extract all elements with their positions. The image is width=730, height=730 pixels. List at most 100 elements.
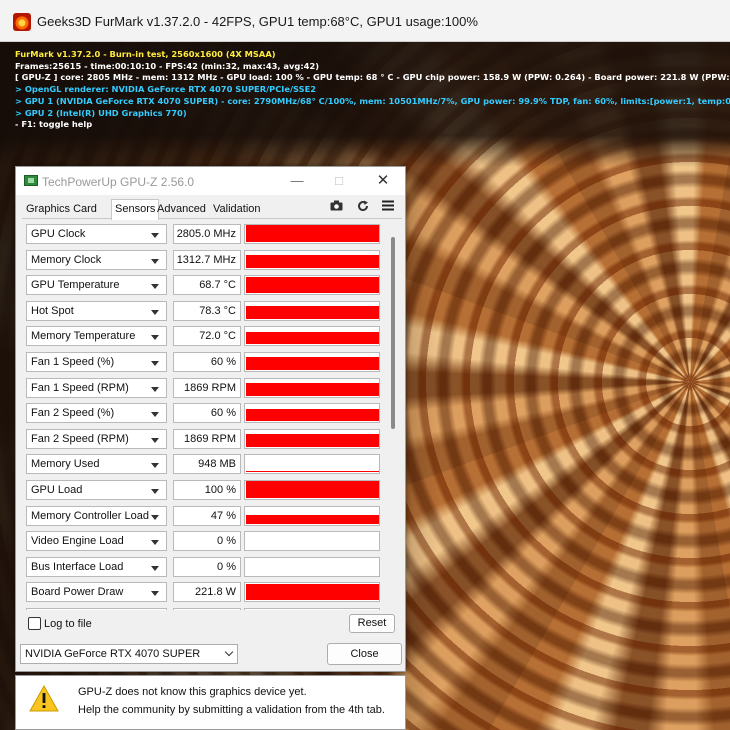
sensor-value: 1869 RPM xyxy=(173,377,241,398)
osd-line: > OpenGL renderer: NVIDIA GeForce RTX 40… xyxy=(15,84,317,95)
sensor-name-dropdown[interactable]: Fan 1 Speed (RPM) xyxy=(26,377,167,398)
sensor-row: Board Power Draw 221.8 W xyxy=(26,582,381,603)
osd-line: > GPU 2 (Intel(R) UHD Graphics 770) xyxy=(15,107,187,118)
sensor-graph xyxy=(244,326,380,347)
sensor-row: Memory Controller Load 47 % xyxy=(26,505,381,527)
device-select[interactable]: NVIDIA GeForce RTX 4070 SUPER xyxy=(20,644,238,664)
sensor-graph-bar xyxy=(246,225,379,242)
sensor-name-dropdown[interactable]: Memory Used xyxy=(26,454,167,475)
maximize-button[interactable]: □ xyxy=(326,172,352,190)
dropdown-arrow-icon xyxy=(151,591,159,597)
sensor-graph-bar xyxy=(246,583,379,601)
sensor-name-dropdown[interactable]: GPU Load xyxy=(26,480,167,500)
sensor-graph xyxy=(244,300,380,321)
sensor-graph xyxy=(244,556,380,577)
sensor-row: Hot Spot 78.3 °C xyxy=(26,300,381,322)
sensor-name-dropdown[interactable]: Fan 1 Speed (%) xyxy=(26,352,167,372)
sensor-name-dropdown[interactable]: GPU Clock xyxy=(26,224,167,244)
sensor-name: Bus Interface Load xyxy=(31,560,124,573)
osd-line: Frames:25615 - time:00:10:10 - FPS:42 (m… xyxy=(15,60,320,71)
tab-validation[interactable]: Validation xyxy=(213,203,261,215)
gpuz-window-title: TechPowerUp GPU-Z 2.56.0 xyxy=(42,175,195,189)
sensor-name: Memory Controller Load xyxy=(31,509,149,522)
warning-icon xyxy=(29,684,59,712)
log-to-file-checkbox[interactable] xyxy=(28,617,41,630)
sensor-name: GPU Temperature xyxy=(31,279,120,292)
sensor-graph xyxy=(244,428,380,449)
dropdown-arrow-icon xyxy=(151,361,159,366)
sensor-graph-bar xyxy=(246,515,379,524)
sensor-row: Video Engine Load 0 % xyxy=(26,531,381,552)
gpuz-app-icon xyxy=(24,175,38,186)
sensor-row: Fan 2 Speed (RPM) 1869 RPM xyxy=(26,428,381,450)
gpuz-tab-bar: Graphics Card Sensors Advanced Validatio… xyxy=(22,199,402,220)
dropdown-arrow-icon xyxy=(151,437,159,443)
sensor-name-dropdown[interactable]: Hot Spot xyxy=(26,300,167,321)
osd-line: - F1: toggle help xyxy=(15,119,93,130)
tab-graphics-card[interactable]: Graphics Card xyxy=(26,203,97,215)
dropdown-arrow-icon xyxy=(151,258,159,264)
sensor-value: 0 % xyxy=(173,531,241,552)
sensor-name: Memory Temperature xyxy=(31,330,136,343)
sensor-name-dropdown[interactable]: Fan 2 Speed (RPM) xyxy=(26,428,167,449)
sensor-name: Fan 2 Speed (RPM) xyxy=(31,432,129,445)
sensor-graph-bar xyxy=(246,481,379,498)
sensor-value: 948 MB xyxy=(173,454,241,475)
sensor-name-dropdown[interactable]: Memory Clock xyxy=(26,249,167,270)
dropdown-arrow-icon xyxy=(151,565,159,571)
sensor-row: Fan 1 Speed (RPM) 1869 RPM xyxy=(26,377,381,399)
gpuz-titlebar[interactable]: TechPowerUp GPU-Z 2.56.0 — □ ✕ xyxy=(16,167,405,195)
close-window-button[interactable]: ✕ xyxy=(370,172,396,190)
minimize-button[interactable]: — xyxy=(284,172,310,190)
sensor-name: Fan 1 Speed (%) xyxy=(31,356,115,368)
sensor-name-dropdown[interactable]: Memory Controller Load xyxy=(26,505,167,526)
sensor-row: Memory Used 948 MB xyxy=(26,454,381,475)
sensor-value: 221.8 W xyxy=(173,582,241,603)
log-to-file-label[interactable]: Log to file xyxy=(44,618,92,630)
sensor-name-dropdown[interactable]: Memory Temperature xyxy=(26,326,167,347)
sensor-graph xyxy=(244,352,380,372)
refresh-icon[interactable] xyxy=(357,200,369,215)
sensor-value: 68.7 °C xyxy=(173,275,241,296)
dropdown-arrow-icon xyxy=(151,335,159,341)
sensor-name-dropdown[interactable]: GPU Temperature xyxy=(26,275,167,296)
tab-sensors[interactable]: Sensors xyxy=(111,199,160,220)
sensor-value: 1312.7 MHz xyxy=(173,249,241,270)
sensor-name: Board Power Draw xyxy=(31,586,124,599)
sensor-row: Fan 2 Speed (%) 60 % xyxy=(26,403,381,424)
tab-advanced[interactable]: Advanced xyxy=(157,203,206,215)
sensor-name-dropdown[interactable] xyxy=(26,608,167,610)
sensor-graph xyxy=(244,505,380,526)
sensor-name-dropdown[interactable]: Fan 2 Speed (%) xyxy=(26,403,167,424)
sensor-graph xyxy=(244,531,380,552)
device-select-value: NVIDIA GeForce RTX 4070 SUPER xyxy=(25,648,201,660)
sensor-graph-bar xyxy=(246,383,379,396)
dropdown-arrow-icon xyxy=(151,412,159,418)
reset-button[interactable]: Reset xyxy=(349,614,395,633)
osd-line: [ GPU-Z ] core: 2805 MHz - mem: 1312 MHz… xyxy=(15,72,730,83)
sensor-graph-bar xyxy=(246,470,379,473)
sensor-name: Video Engine Load xyxy=(31,535,124,548)
menu-icon[interactable] xyxy=(382,200,394,214)
dropdown-arrow-icon xyxy=(151,284,159,290)
close-button[interactable]: Close xyxy=(327,643,402,665)
sensor-scroll-thumb[interactable] xyxy=(391,237,395,429)
furmark-titlebar: Geeks3D FurMark v1.37.2.0 - 42FPS, GPU1 … xyxy=(0,0,730,42)
sensor-graph-bar xyxy=(246,276,379,294)
sensor-graph xyxy=(244,377,380,398)
sensor-name: Fan 2 Speed (%) xyxy=(31,407,115,420)
camera-icon[interactable] xyxy=(330,200,343,214)
sensor-graph xyxy=(244,249,380,270)
warning-line-1: GPU-Z does not know this graphics device… xyxy=(78,686,307,698)
dropdown-arrow-icon xyxy=(151,233,159,238)
sensor-name-dropdown[interactable]: Bus Interface Load xyxy=(26,556,167,577)
sensor-scrollbar[interactable] xyxy=(388,229,398,605)
sensor-graph-bar xyxy=(246,357,379,370)
osd-line: FurMark v1.37.2.0 - Burn-in test, 2560x1… xyxy=(15,49,276,59)
sensor-name-dropdown[interactable]: Board Power Draw xyxy=(26,582,167,603)
sensor-row: Memory Temperature 72.0 °C xyxy=(26,326,381,347)
sensor-name: GPU Clock xyxy=(31,228,86,240)
sensor-name-dropdown[interactable]: Video Engine Load xyxy=(26,531,167,552)
dropdown-arrow-icon xyxy=(151,463,159,469)
sensor-graph xyxy=(244,480,380,500)
